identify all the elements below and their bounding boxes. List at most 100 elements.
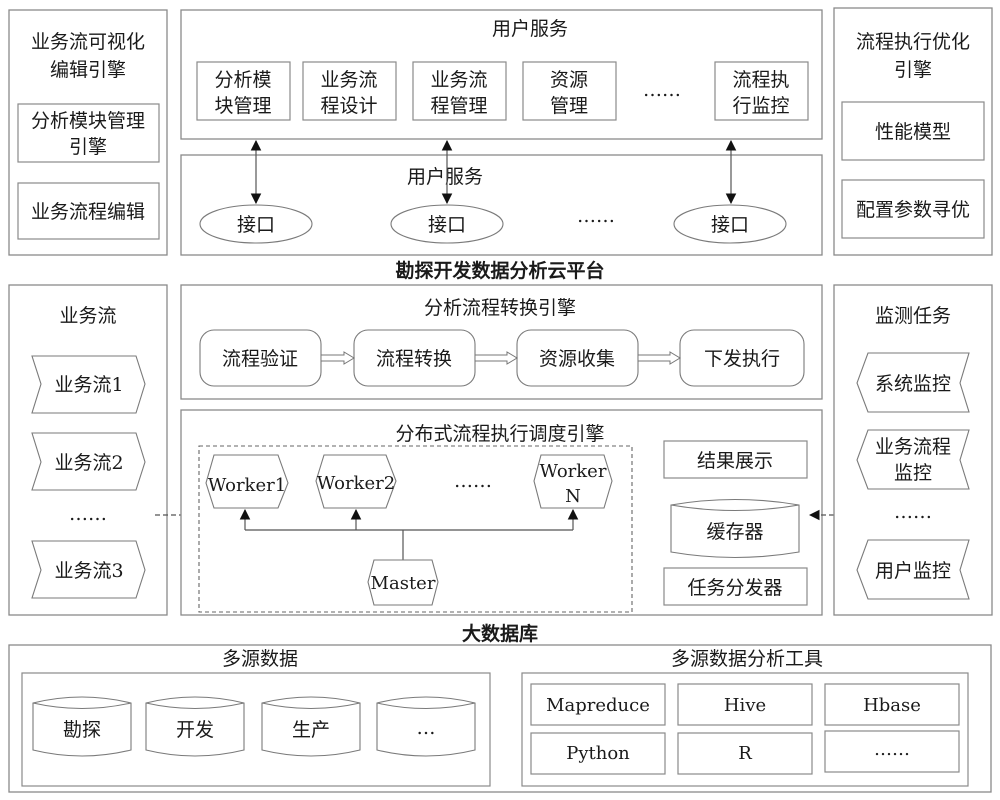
tool-label: Hbase <box>863 695 921 716</box>
modules-ellipsis: …… <box>643 79 681 101</box>
module-business-process-design[interactable]: 业务流 程设计 <box>302 61 397 121</box>
tool-label: Mapreduce <box>546 695 650 716</box>
data-source-more[interactable]: … <box>376 696 476 757</box>
worker-2[interactable]: Worker2 <box>315 454 397 509</box>
flow-label: 业务流1 <box>54 374 123 396</box>
module-resource-management[interactable]: 资源 管理 <box>522 61 617 121</box>
module-label-line2: 管理 <box>550 95 588 117</box>
monitoring-tasks-panel: 监测任务 系统监控 业务流程 监控 …… 用户监控 <box>833 284 993 616</box>
monitor-label-line1: 业务流程 <box>875 436 951 458</box>
tool-hbase[interactable]: Hbase <box>824 683 960 726</box>
workers-ellipsis: …… <box>454 470 492 492</box>
step-process-conversion[interactable]: 流程转换 <box>353 329 476 387</box>
step-process-validation[interactable]: 流程验证 <box>199 329 322 387</box>
step-label: 资源收集 <box>539 348 615 370</box>
module-label-line2: 程管理 <box>430 95 487 117</box>
business-process-editor-box[interactable]: 业务流程编辑 <box>17 182 160 240</box>
box-label: 性能模型 <box>875 121 951 143</box>
module-label-line1: 业务流 <box>320 69 377 91</box>
module-label-line1: 资源 <box>550 69 588 91</box>
panel-title-line2: 编辑引擎 <box>50 59 126 81</box>
performance-model-box[interactable]: 性能模型 <box>841 101 985 161</box>
worker-n[interactable]: Worker N <box>533 454 613 509</box>
tool-label: Hive <box>724 695 766 716</box>
monitor-label: 系统监控 <box>875 373 951 395</box>
monitor-label-line2: 监控 <box>894 462 932 484</box>
interface-1[interactable]: 接口 <box>199 204 313 244</box>
module-label-line2: 行监控 <box>732 95 789 117</box>
user-monitoring[interactable]: 用户监控 <box>856 539 970 600</box>
tool-python[interactable]: Python <box>530 732 666 775</box>
data-source-label: … <box>417 717 436 739</box>
module-label-line1: 业务流 <box>430 69 487 91</box>
task-dispatcher-box[interactable]: 任务分发器 <box>663 567 808 606</box>
panel-title-line1: 流程执行优化 <box>856 31 970 53</box>
tool-mapreduce[interactable]: Mapreduce <box>530 683 666 726</box>
panel-title: 分析流程转换引擎 <box>424 297 576 319</box>
data-source-label: 勘探 <box>63 719 101 741</box>
tool-label: …… <box>874 739 910 760</box>
tool-hive[interactable]: Hive <box>677 683 813 726</box>
module-business-process-management[interactable]: 业务流 程管理 <box>412 61 507 121</box>
business-process-monitoring[interactable]: 业务流程 监控 <box>856 429 970 490</box>
monitor-label: 用户监控 <box>875 560 951 582</box>
box-label-line2: 引擎 <box>69 136 107 158</box>
panel-title: 用户服务 <box>492 18 568 40</box>
data-source-label: 开发 <box>176 719 214 741</box>
worker-label-line1: Worker <box>540 461 607 482</box>
visual-editor-engine-panel: 业务流可视化 编辑引擎 分析模块管理 引擎 业务流程编辑 <box>8 9 168 256</box>
module-label-line1: 分析模 <box>214 69 271 91</box>
worker-label: Worker2 <box>317 473 395 494</box>
interface-service-panel: 用户服务 接口 接口 …… 接口 <box>180 139 823 256</box>
interface-3[interactable]: 接口 <box>673 204 787 244</box>
business-flow-2[interactable]: 业务流2 <box>31 432 146 491</box>
system-monitoring[interactable]: 系统监控 <box>856 352 970 413</box>
module-label-line2: 程设计 <box>320 95 377 117</box>
database-title: 大数据库 <box>462 622 538 645</box>
panel-title: 用户服务 <box>407 166 483 188</box>
panel-title: 业务流 <box>59 305 116 327</box>
module-label-line2: 块管理 <box>214 95 271 117</box>
monitors-ellipsis: …… <box>894 501 932 523</box>
business-flow-panel: 业务流 业务流1 业务流2 …… 业务流3 <box>8 284 168 616</box>
flow-label: 业务流3 <box>54 560 123 582</box>
module-process-execution-monitoring[interactable]: 流程执 行监控 <box>714 61 809 121</box>
step-label: 流程验证 <box>222 348 298 370</box>
user-service-panel: 用户服务 分析模 块管理 业务流 程设计 业务流 程管理 资源 管理 …… 流程… <box>180 9 823 140</box>
data-source-production[interactable]: 生产 <box>261 696 361 757</box>
step-label: 流程转换 <box>376 348 452 370</box>
interface-2[interactable]: 接口 <box>390 204 504 244</box>
data-source-development[interactable]: 开发 <box>145 696 245 757</box>
parameter-tuning-box[interactable]: 配置参数寻优 <box>841 179 985 239</box>
step-resource-collection[interactable]: 资源收集 <box>516 329 639 387</box>
panel-title: 分布式流程执行调度引擎 <box>395 423 604 445</box>
result-display-box[interactable]: 结果展示 <box>663 440 808 479</box>
interface-label: 接口 <box>237 214 275 236</box>
data-source-exploration[interactable]: 勘探 <box>32 696 132 757</box>
analysis-module-manager-box[interactable]: 分析模块管理 引擎 <box>17 103 160 163</box>
cache-label: 缓存器 <box>706 521 763 543</box>
conversion-engine-panel: 分析流程转换引擎 流程验证 流程转换 资源收集 下发执行 <box>180 284 823 400</box>
worker-label-line2: N <box>565 486 581 507</box>
architecture-diagram: 业务流可视化 编辑引擎 分析模块管理 引擎 业务流程编辑 用户服务 分析模 块管… <box>8 7 993 793</box>
business-flow-3[interactable]: 业务流3 <box>31 540 146 599</box>
box-label: 业务流程编辑 <box>31 201 145 223</box>
step-label: 下发执行 <box>704 348 780 370</box>
cache-cylinder[interactable]: 缓存器 <box>670 498 800 559</box>
box-label: 结果展示 <box>697 450 773 472</box>
process-optimization-engine-panel: 流程执行优化 引擎 性能模型 配置参数寻优 <box>833 7 993 256</box>
tool-label: Python <box>566 743 630 764</box>
module-analysis-management[interactable]: 分析模 块管理 <box>196 61 291 121</box>
data-source-label: 生产 <box>292 719 330 741</box>
business-flow-1[interactable]: 业务流1 <box>31 355 146 414</box>
box-label: 配置参数寻优 <box>856 199 970 221</box>
tool-r[interactable]: R <box>677 732 813 775</box>
section-title: 多源数据 <box>222 648 298 670</box>
scheduling-engine-panel: 分布式流程执行调度引擎 Worker1 Worker2 …… Worker N … <box>180 409 823 616</box>
interface-label: 接口 <box>711 214 749 236</box>
master-node[interactable]: Master <box>367 559 439 606</box>
worker-1[interactable]: Worker1 <box>205 454 289 509</box>
step-dispatch-execution[interactable]: 下发执行 <box>679 329 805 387</box>
interfaces-ellipsis: …… <box>577 205 615 227</box>
tool-more[interactable]: …… <box>824 730 960 773</box>
